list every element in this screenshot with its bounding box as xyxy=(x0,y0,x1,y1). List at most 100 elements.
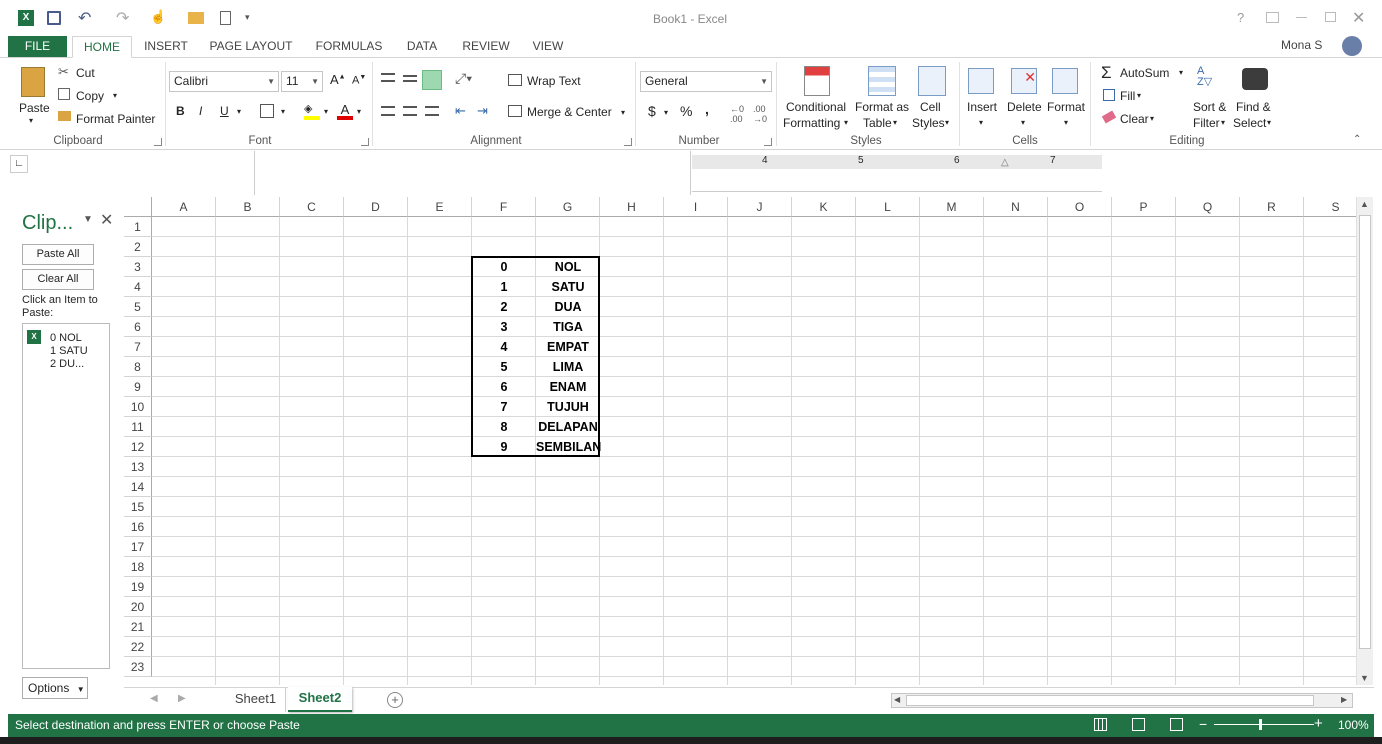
column-header-o[interactable]: O xyxy=(1048,197,1112,217)
tab-page-layout[interactable]: PAGE LAYOUT xyxy=(206,36,296,58)
format-painter-icon[interactable] xyxy=(58,111,71,121)
cell-area[interactable] xyxy=(152,217,1356,685)
prev-sheet-icon[interactable]: ◀ xyxy=(150,693,158,704)
find-select-label[interactable]: Find & xyxy=(1236,100,1271,114)
insert-cells-icon[interactable] xyxy=(968,68,994,94)
horizontal-scrollbar[interactable]: ◀ ▶ xyxy=(891,693,1353,708)
help-icon[interactable]: ? xyxy=(1237,10,1244,25)
paste-button[interactable]: Paste xyxy=(19,101,50,115)
row-header-10[interactable]: 10 xyxy=(124,397,152,417)
row-header-23[interactable]: 23 xyxy=(124,657,152,677)
cell-f8[interactable]: 5 xyxy=(472,357,536,377)
column-header-r[interactable]: R xyxy=(1240,197,1304,217)
conditional-dropdown-icon[interactable]: ▾ xyxy=(844,118,848,127)
tab-formulas[interactable]: FORMULAS xyxy=(312,36,386,58)
sheet-tab-sheet2[interactable]: Sheet2 xyxy=(288,687,352,712)
minimize-icon[interactable] xyxy=(1296,17,1307,18)
find-select-label-2[interactable]: Select xyxy=(1233,116,1266,130)
pane-options-icon[interactable]: ▼ xyxy=(83,214,93,225)
wrap-text-icon[interactable] xyxy=(508,74,522,86)
clipboard-item[interactable]: X 0 NOL 1 SATU 2 DU... xyxy=(27,330,107,372)
row-header-1[interactable]: 1 xyxy=(124,217,152,237)
fill-color-icon[interactable]: ◈ xyxy=(304,102,320,120)
format-as-table-label[interactable]: Format as xyxy=(855,100,909,114)
conditional-formatting-label[interactable]: Conditional xyxy=(786,100,846,114)
tab-data[interactable]: DATA xyxy=(402,36,442,58)
number-format-combo[interactable]: General ▼ xyxy=(640,71,772,92)
scroll-down-icon[interactable]: ▼ xyxy=(1360,673,1369,683)
bold-button[interactable]: B xyxy=(176,104,185,118)
cell-styles-dropdown-icon[interactable]: ▾ xyxy=(945,118,949,127)
column-header-k[interactable]: K xyxy=(792,197,856,217)
zoom-in-icon[interactable]: + xyxy=(1314,715,1323,732)
row-header-8[interactable]: 8 xyxy=(124,357,152,377)
sheet-tab-sheet1[interactable]: Sheet1 xyxy=(226,688,286,712)
format-as-table-label-2[interactable]: Table xyxy=(863,116,892,130)
delete-cells-button[interactable]: Delete xyxy=(1007,100,1042,114)
h-scroll-thumb[interactable] xyxy=(906,695,1314,706)
row-header-4[interactable]: 4 xyxy=(124,277,152,297)
insert-cells-button[interactable]: Insert xyxy=(967,100,997,114)
paste-dropdown-icon[interactable]: ▾ xyxy=(29,116,33,125)
column-header-e[interactable]: E xyxy=(408,197,472,217)
column-header-g[interactable]: G xyxy=(536,197,600,217)
cell-f7[interactable]: 4 xyxy=(472,337,536,357)
cell-f5[interactable]: 2 xyxy=(472,297,536,317)
scroll-right-icon[interactable]: ▶ xyxy=(1341,695,1347,704)
italic-button[interactable]: I xyxy=(199,104,202,118)
row-header-11[interactable]: 11 xyxy=(124,417,152,437)
format-cells-button[interactable]: Format xyxy=(1047,100,1085,114)
column-header-d[interactable]: D xyxy=(344,197,408,217)
touch-mode-icon[interactable]: ☝ xyxy=(150,9,166,25)
cell-g11[interactable]: DELAPAN xyxy=(536,417,600,437)
binoculars-icon[interactable] xyxy=(1242,68,1268,90)
cell-g9[interactable]: ENAM xyxy=(536,377,600,397)
cell-styles-icon[interactable] xyxy=(918,66,946,96)
cell-g7[interactable]: EMPAT xyxy=(536,337,600,357)
cut-button[interactable]: Cut xyxy=(76,66,95,80)
collapse-ribbon-icon[interactable]: ⌃ xyxy=(1353,134,1361,145)
scroll-thumb[interactable] xyxy=(1359,215,1371,649)
format-dropdown-icon[interactable]: ▾ xyxy=(1064,118,1068,127)
clear-button[interactable]: Clear xyxy=(1120,112,1149,126)
select-all-corner[interactable] xyxy=(124,197,152,217)
cell-g5[interactable]: DUA xyxy=(536,297,600,317)
fill-color-dropdown-icon[interactable]: ▾ xyxy=(324,107,328,116)
column-header-m[interactable]: M xyxy=(920,197,984,217)
row-header-19[interactable]: 19 xyxy=(124,577,152,597)
cell-g12[interactable]: SEMBILAN xyxy=(536,437,601,457)
scroll-left-icon[interactable]: ◀ xyxy=(894,695,900,704)
column-header-l[interactable]: L xyxy=(856,197,920,217)
column-header-p[interactable]: P xyxy=(1112,197,1176,217)
row-header-5[interactable]: 5 xyxy=(124,297,152,317)
autosum-dropdown-icon[interactable]: ▾ xyxy=(1179,68,1183,77)
orientation-icon[interactable]: ⤢▾ xyxy=(455,70,472,87)
autosum-button[interactable]: AutoSum xyxy=(1120,66,1169,80)
redo-icon[interactable]: ↷ xyxy=(116,8,129,28)
column-header-c[interactable]: C xyxy=(280,197,344,217)
next-sheet-icon[interactable]: ▶ xyxy=(178,693,186,704)
grow-font-icon[interactable]: A▲ xyxy=(330,72,346,87)
align-left-icon[interactable] xyxy=(381,106,395,116)
row-header-22[interactable]: 22 xyxy=(124,637,152,657)
cell-f3[interactable]: 0 xyxy=(472,257,536,277)
cell-g8[interactable]: LIMA xyxy=(536,357,600,377)
copy-dropdown-icon[interactable]: ▾ xyxy=(113,91,117,100)
align-middle-icon[interactable] xyxy=(403,75,417,82)
user-name[interactable]: Mona S xyxy=(1281,38,1322,52)
paste-all-button[interactable]: Paste All xyxy=(22,244,94,265)
page-layout-view-icon[interactable] xyxy=(1132,718,1145,731)
conditional-formatting-icon[interactable] xyxy=(804,66,830,96)
shrink-font-icon[interactable]: A▼ xyxy=(352,74,366,87)
row-header-18[interactable]: 18 xyxy=(124,557,152,577)
percent-button[interactable]: % xyxy=(680,103,692,119)
page-break-view-icon[interactable] xyxy=(1170,718,1183,731)
autosum-icon[interactable]: Σ xyxy=(1101,63,1112,83)
row-header-21[interactable]: 21 xyxy=(124,617,152,637)
column-header-i[interactable]: I xyxy=(664,197,728,217)
clear-all-button[interactable]: Clear All xyxy=(22,269,94,290)
fill-icon[interactable] xyxy=(1103,89,1115,101)
currency-dropdown-icon[interactable]: ▾ xyxy=(664,108,668,117)
worksheet-grid[interactable]: A B C D E F G H I J K L M N O P Q R S 1 2 3 4 5 6 7 8 9 10 11 12 13 14 15… xyxy=(124,197,1356,685)
indent-marker-icon[interactable]: △ xyxy=(1001,157,1009,168)
